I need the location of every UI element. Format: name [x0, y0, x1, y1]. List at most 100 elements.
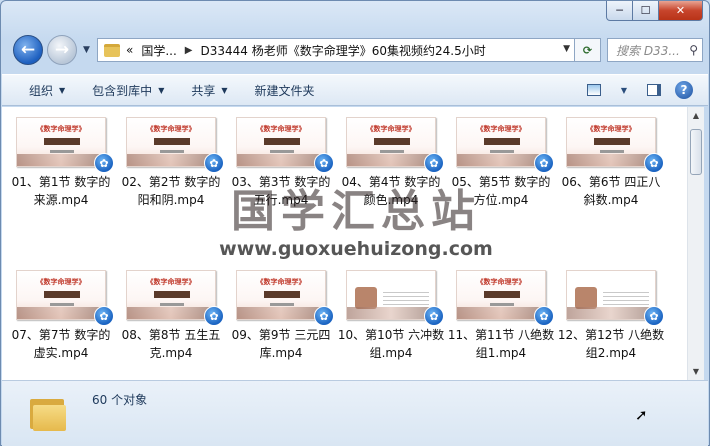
forward-button[interactable]: →: [47, 35, 77, 65]
file-item[interactable]: 《数字命理学》 ✿ 07、第7节 数字的虚实.mp4: [6, 270, 116, 362]
video-thumbnail: 《数字命理学》: [16, 270, 106, 320]
video-thumbnail: 《数字命理学》: [16, 117, 106, 167]
scroll-thumb[interactable]: [690, 129, 702, 175]
include-in-library-menu[interactable]: 包含到库中 ▼: [92, 82, 164, 99]
video-file-icon: ✿: [314, 306, 334, 326]
video-thumbnail: 《数字命理学》: [456, 117, 546, 167]
file-item[interactable]: ✿ 12、第12节 八绝数组2.mp4: [556, 270, 666, 362]
breadcrumb-current[interactable]: D33444 杨老师《数字命理学》60集视频约24.5小时: [201, 42, 486, 59]
file-list[interactable]: 《数字命理学》 ✿ 01、第1节 数字的来源.mp4 《数字命理学》 ✿ 02、第2节 数…: [2, 107, 687, 380]
video-thumbnail: 《数字命理学》: [346, 117, 436, 167]
thumbnail-title: 《数字命理学》: [256, 125, 306, 133]
thumbnail-title: 《数字命理学》: [366, 125, 416, 133]
file-name: 01、第1节 数字的来源.mp4: [11, 175, 111, 207]
view-icon: [587, 84, 601, 96]
preview-pane-button[interactable]: [642, 79, 666, 101]
share-menu[interactable]: 共享 ▼: [191, 82, 227, 99]
video-thumbnail: [566, 270, 656, 320]
file-name: 07、第7节 数字的虚实.mp4: [11, 328, 111, 360]
video-thumbnail: 《数字命理学》: [126, 117, 216, 167]
file-name: 05、第5节 数字的方位.mp4: [451, 175, 551, 207]
file-item[interactable]: 《数字命理学》 ✿ 11、第11节 八绝数组1.mp4: [446, 270, 556, 362]
video-file-icon: ✿: [424, 306, 444, 326]
video-file-icon: ✿: [534, 306, 554, 326]
file-name: 03、第3节 数字的五行.mp4: [231, 175, 331, 207]
file-name: 12、第12节 八绝数组2.mp4: [557, 328, 665, 360]
back-button[interactable]: ←: [13, 35, 43, 65]
video-file-icon: ✿: [204, 306, 224, 326]
thumbnail-title: 《数字命理学》: [36, 278, 86, 286]
breadcrumb-overflow[interactable]: «: [126, 43, 133, 57]
video-thumbnail: 《数字命理学》: [456, 270, 546, 320]
explorer-window: ─ ☐ ✕ ← → ▼ « 国学... ▶ D33444 杨老师《数字命理学》6…: [0, 0, 710, 446]
folder-icon: [30, 395, 66, 431]
vertical-scrollbar[interactable]: ▲ ▼: [687, 107, 704, 380]
file-name: 10、第10节 六冲数组.mp4: [337, 328, 445, 360]
minimize-button[interactable]: ─: [606, 1, 633, 21]
navigation-bar: ← → ▼ « 国学... ▶ D33444 杨老师《数字命理学》60集视频约2…: [9, 33, 703, 67]
view-options-dropdown[interactable]: ▼: [612, 79, 636, 101]
scroll-down-icon[interactable]: ▼: [688, 363, 704, 380]
video-file-icon: ✿: [204, 153, 224, 173]
breadcrumb-separator-icon[interactable]: ▶: [185, 45, 193, 56]
file-item[interactable]: 《数字命理学》 ✿ 04、第4节 数字的颜色.mp4: [336, 117, 446, 209]
help-button[interactable]: ?: [672, 79, 696, 101]
video-thumbnail: 《数字命理学》: [126, 270, 216, 320]
video-file-icon: ✿: [94, 153, 114, 173]
folder-icon: [104, 43, 120, 57]
item-count: 60 个对象: [92, 393, 148, 407]
caption-buttons: ─ ☐ ✕: [606, 1, 703, 21]
file-item[interactable]: ✿ 10、第10节 六冲数组.mp4: [336, 270, 446, 362]
video-file-icon: ✿: [94, 306, 114, 326]
video-thumbnail: [346, 270, 436, 320]
thumbnail-title: 《数字命理学》: [146, 125, 196, 133]
file-name: 09、第9节 三元四库.mp4: [231, 328, 331, 360]
file-name: 04、第4节 数字的颜色.mp4: [341, 175, 441, 207]
video-thumbnail: 《数字命理学》: [236, 117, 326, 167]
video-thumbnail: 《数字命理学》: [566, 117, 656, 167]
breadcrumb-root[interactable]: 国学...: [141, 42, 176, 59]
chevron-down-icon: ▼: [221, 85, 228, 95]
scroll-up-icon[interactable]: ▲: [688, 107, 704, 124]
video-file-icon: ✿: [314, 153, 334, 173]
thumbnail-title: 《数字命理学》: [476, 278, 526, 286]
address-bar[interactable]: « 国学... ▶ D33444 杨老师《数字命理学》60集视频约24.5小时 …: [97, 38, 575, 62]
file-item[interactable]: 《数字命理学》 ✿ 09、第9节 三元四库.mp4: [226, 270, 336, 362]
thumbnail-title: 《数字命理学》: [476, 125, 526, 133]
address-dropdown-icon[interactable]: ▼: [563, 44, 570, 54]
organize-menu[interactable]: 组织 ▼: [29, 82, 65, 99]
chevron-down-icon: ▼: [59, 85, 66, 95]
video-file-icon: ✿: [534, 153, 554, 173]
thumbnail-title: 《数字命理学》: [586, 125, 636, 133]
video-file-icon: ✿: [644, 153, 664, 173]
file-item[interactable]: 《数字命理学》 ✿ 05、第5节 数字的方位.mp4: [446, 117, 556, 209]
command-bar: 组织 ▼ 包含到库中 ▼ 共享 ▼ 新建文件夹 ▼ ?: [2, 74, 708, 106]
maximize-button[interactable]: ☐: [633, 1, 659, 21]
file-name: 06、第6节 四正八斜数.mp4: [561, 175, 661, 207]
file-item[interactable]: 《数字命理学》 ✿ 03、第3节 数字的五行.mp4: [226, 117, 336, 209]
recent-pages-dropdown-icon[interactable]: ▼: [83, 45, 90, 55]
thumbnail-title: 《数字命理学》: [256, 278, 306, 286]
video-thumbnail: 《数字命理学》: [236, 270, 326, 320]
help-icon: ?: [675, 81, 693, 99]
chevron-down-icon: ▼: [620, 85, 628, 95]
file-item[interactable]: 《数字命理学》 ✿ 02、第2节 数字的阳和阴.mp4: [116, 117, 226, 209]
file-item[interactable]: 《数字命理学》 ✿ 01、第1节 数字的来源.mp4: [6, 117, 116, 209]
include-in-library-label: 包含到库中: [92, 83, 153, 98]
share-label: 共享: [191, 83, 216, 98]
change-view-button[interactable]: [582, 79, 606, 101]
video-file-icon: ✿: [644, 306, 664, 326]
search-input[interactable]: 搜索 D33... ⚲: [607, 38, 703, 62]
file-name: 08、第8节 五生五克.mp4: [121, 328, 221, 360]
file-item[interactable]: 《数字命理学》 ✿ 06、第6节 四正八斜数.mp4: [556, 117, 666, 209]
preview-pane-icon: [647, 84, 661, 96]
file-item[interactable]: 《数字命理学》 ✿ 08、第8节 五生五克.mp4: [116, 270, 226, 362]
new-folder-button[interactable]: 新建文件夹: [255, 82, 315, 99]
search-icon[interactable]: ⚲: [689, 43, 698, 57]
chevron-down-icon: ▼: [158, 85, 165, 95]
organize-label: 组织: [29, 83, 54, 98]
details-pane: 60 个对象: [2, 380, 708, 446]
close-button[interactable]: ✕: [659, 1, 703, 21]
refresh-button[interactable]: ⟳: [575, 38, 601, 62]
thumbnail-title: 《数字命理学》: [36, 125, 86, 133]
